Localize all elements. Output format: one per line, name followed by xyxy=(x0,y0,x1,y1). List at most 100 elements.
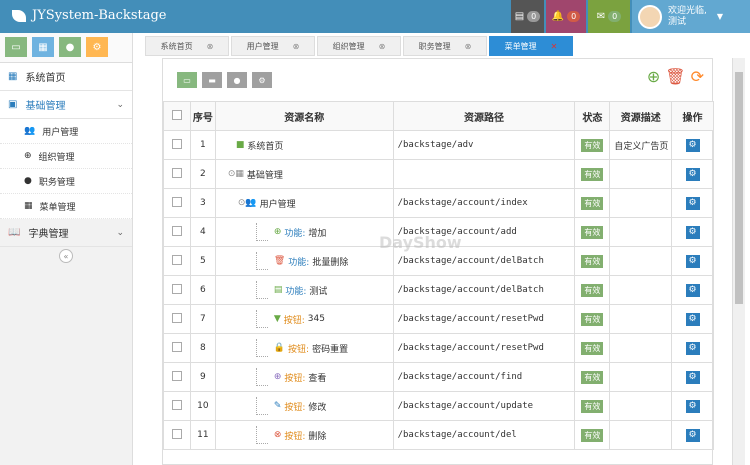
checkbox[interactable] xyxy=(171,167,182,178)
table-row[interactable]: 10 ✎ 按钮: 修改/backstage/account/update 有效 ⚙ xyxy=(163,391,714,421)
close-icon[interactable]: ✕ xyxy=(551,42,558,51)
tree-line xyxy=(255,397,268,415)
col-desc: 资源描述 xyxy=(609,101,673,131)
checkbox[interactable] xyxy=(171,370,182,381)
cog-icon[interactable]: ⚙ xyxy=(86,37,108,57)
row-status-cell: 有效 xyxy=(574,159,611,189)
messages-button[interactable]: ✉ 0 xyxy=(588,0,630,33)
col-no: 序号 xyxy=(189,101,216,131)
checkbox[interactable] xyxy=(171,312,182,323)
monitor-icon[interactable]: ▭ xyxy=(5,37,27,57)
table-row[interactable]: 6 ▤ 功能: 测试/backstage/account/delBatch 有效 ⚙ xyxy=(163,275,714,305)
brand[interactable]: JYSystem-Backstage xyxy=(12,8,166,23)
double-chevron-left-icon: « xyxy=(59,249,73,263)
sidebar-item-dict[interactable]: 📖 字典管理 ⌄ xyxy=(0,219,132,247)
row-desc xyxy=(609,217,673,247)
settings-button[interactable]: ⚙ xyxy=(685,138,700,152)
close-icon[interactable]: ⊗ xyxy=(465,42,472,51)
row-select[interactable] xyxy=(163,420,191,450)
row-select[interactable] xyxy=(163,130,191,160)
scrollbar-thumb[interactable] xyxy=(735,72,743,304)
checkbox[interactable] xyxy=(171,341,182,352)
drive-icon[interactable]: ▬ xyxy=(202,72,222,88)
checkbox[interactable] xyxy=(171,283,182,294)
checkbox[interactable] xyxy=(171,225,182,236)
status-badge: 有效 xyxy=(581,196,604,210)
close-icon[interactable]: ⊗ xyxy=(379,42,386,51)
refresh-icon[interactable]: ⟳ xyxy=(691,67,704,86)
sidebar-item-positions[interactable]: ● 职务管理 xyxy=(0,169,132,194)
settings-button[interactable]: ⚙ xyxy=(685,167,700,181)
checkbox[interactable] xyxy=(171,109,182,120)
settings-button[interactable]: ⚙ xyxy=(685,341,700,355)
settings-button[interactable]: ⚙ xyxy=(685,399,700,413)
select-all[interactable] xyxy=(163,101,191,131)
settings-button[interactable]: ⚙ xyxy=(685,254,700,268)
table-row[interactable]: 3 ⊙👥 用户管理/backstage/account/index 有效 ⚙ xyxy=(163,188,714,218)
chevron-down-icon: ⌄ xyxy=(116,227,124,238)
checkbox[interactable] xyxy=(171,138,182,149)
tab-home[interactable]: 系统首页 ⊗ xyxy=(145,36,229,56)
cog-icon[interactable]: ⚙ xyxy=(252,72,272,88)
tab-users[interactable]: 用户管理 ⊗ xyxy=(231,36,315,56)
checkbox[interactable] xyxy=(171,196,182,207)
tab-orgs[interactable]: 组织管理 ⊗ xyxy=(317,36,401,56)
tree-line xyxy=(255,310,268,328)
checkbox[interactable] xyxy=(171,399,182,410)
sidebar-item-home[interactable]: ▦ 系统首页 xyxy=(0,63,132,91)
sidebar-item-label: 组织管理 xyxy=(38,152,75,163)
trash-icon[interactable]: 🗑 xyxy=(665,67,685,86)
settings-button[interactable]: ⚙ xyxy=(685,283,700,297)
user-icon[interactable]: ● xyxy=(59,37,81,57)
row-select[interactable] xyxy=(163,188,191,218)
table-row[interactable]: 2 ⊙▦ 基础管理 有效 ⚙ xyxy=(163,159,714,189)
user-menu[interactable]: 欢迎光临, 测试 ▼ xyxy=(632,0,750,33)
filter-icon: ▼ xyxy=(273,314,281,324)
table-row[interactable]: 7 ▼ 按钮: 345/backstage/account/resetPwd 有效 ⚙ xyxy=(163,304,714,334)
checkbox[interactable] xyxy=(171,254,182,265)
row-select[interactable] xyxy=(163,159,191,189)
settings-button[interactable]: ⚙ xyxy=(685,196,700,210)
grid-icon[interactable]: ▦ xyxy=(32,37,54,57)
table-row[interactable]: 11 ⊗ 按钮: 删除/backstage/account/del 有效 ⚙ xyxy=(163,420,714,450)
row-select[interactable] xyxy=(163,391,191,421)
sidebar-item-menus[interactable]: ▦ 菜单管理 xyxy=(0,194,132,219)
settings-button[interactable]: ⚙ xyxy=(685,370,700,384)
table-row[interactable]: 8 🔒 按钮: 密码重置/backstage/account/resetPwd 有效 ⚙ xyxy=(163,333,714,363)
sidebar-item-basic[interactable]: ▣ 基础管理 ⌄ xyxy=(0,91,132,119)
sidebar-item-orgs[interactable]: ⊕ 组织管理 xyxy=(0,144,132,169)
sidebar-item-users[interactable]: 👥 用户管理 xyxy=(0,119,132,144)
watermark: DayShow xyxy=(379,233,462,252)
settings-button[interactable]: ⚙ xyxy=(685,312,700,326)
row-path: /backstage/account/delBatch xyxy=(392,275,576,305)
add-icon[interactable]: ⊕ xyxy=(647,67,660,86)
row-select[interactable] xyxy=(163,275,191,305)
checkbox[interactable] xyxy=(171,428,182,439)
tab-menus[interactable]: 菜单管理 ✕ xyxy=(489,36,573,56)
row-select[interactable] xyxy=(163,362,191,392)
tasks-button[interactable]: ▤ 0 xyxy=(511,0,544,33)
scrollbar[interactable] xyxy=(732,58,745,465)
row-select[interactable] xyxy=(163,333,191,363)
tab-bar: 系统首页 ⊗ 用户管理 ⊗ 组织管理 ⊗ 职务管理 ⊗ 菜单管理 ✕ xyxy=(145,36,573,56)
close-icon[interactable]: ⊗ xyxy=(293,42,300,51)
row-name-cell: 🗑 功能: 批量删除 xyxy=(214,246,394,276)
sidebar-collapse[interactable]: « xyxy=(0,247,132,265)
settings-button[interactable]: ⚙ xyxy=(685,225,700,239)
table-row[interactable]: 9 ⊕ 按钮: 查看/backstage/account/find 有效 ⚙ xyxy=(163,362,714,392)
settings-button[interactable]: ⚙ xyxy=(685,428,700,442)
close-icon[interactable]: ⊗ xyxy=(207,42,214,51)
row-select[interactable] xyxy=(163,304,191,334)
row-select[interactable] xyxy=(163,217,191,247)
row-type: 按钮: xyxy=(284,402,306,413)
row-select[interactable] xyxy=(163,246,191,276)
trash-icon: 🗑 xyxy=(273,256,286,266)
col-path: 资源路径 xyxy=(392,101,576,131)
table-row[interactable]: 1 ■ 系统首页/backstage/adv 有效 自定义广告页 ⚙ xyxy=(163,130,714,160)
tab-positions[interactable]: 职务管理 ⊗ xyxy=(403,36,487,56)
user-icon[interactable]: ● xyxy=(227,72,247,88)
monitor-icon[interactable]: ▭ xyxy=(177,72,197,88)
row-status-cell: 有效 xyxy=(574,275,611,305)
notifications-button[interactable]: 🔔 0 xyxy=(546,0,586,33)
row-ops-cell: ⚙ xyxy=(671,362,714,392)
